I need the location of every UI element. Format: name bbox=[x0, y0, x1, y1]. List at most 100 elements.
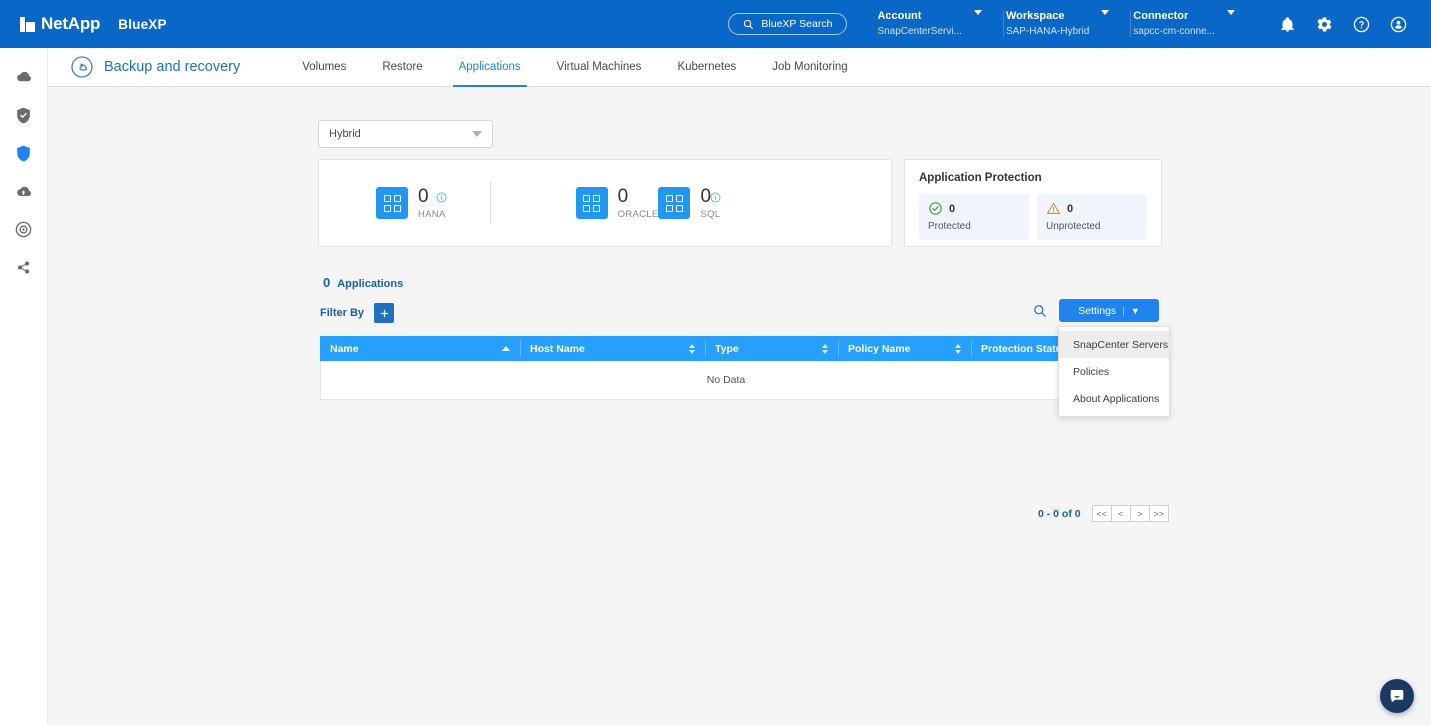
menu-item-policies[interactable]: Policies bbox=[1059, 358, 1169, 385]
backup-recovery-icon bbox=[70, 55, 94, 79]
extensions-icon bbox=[14, 258, 33, 277]
help-icon[interactable] bbox=[1353, 16, 1370, 33]
main-content: Hybrid 0 HANA bbox=[48, 87, 1431, 725]
table-toolbar: Settings | ▼ bbox=[1033, 299, 1159, 322]
global-header: NetApp BlueXP BlueXP Search Account Snap… bbox=[0, 0, 1431, 48]
settings-dropdown-menu: SnapCenter Servers Policies About Applic… bbox=[1058, 326, 1170, 417]
column-header-type[interactable]: Type bbox=[705, 336, 838, 361]
stat-oracle: 0 ORACLE bbox=[576, 187, 659, 220]
header-right-group: BlueXP Search Account SnapCenterServi...… bbox=[728, 0, 1431, 48]
stat-hana-label: HANA bbox=[418, 209, 446, 220]
sidebar-item-governance[interactable] bbox=[0, 210, 48, 248]
column-header-host-name[interactable]: Host Name bbox=[520, 336, 705, 361]
bell-icon[interactable] bbox=[1279, 16, 1296, 33]
stat-oracle-label: ORACLE bbox=[618, 209, 659, 220]
connector-label: Connector bbox=[1133, 9, 1215, 23]
stat-oracle-count: 0 bbox=[618, 187, 659, 207]
tab-kubernetes[interactable]: Kubernetes bbox=[659, 48, 754, 87]
menu-item-about-applications[interactable]: About Applications bbox=[1059, 385, 1169, 412]
tab-restore[interactable]: Restore bbox=[364, 48, 440, 87]
netapp-logo[interactable]: NetApp bbox=[20, 14, 100, 34]
pagination-range: 0 - 0 of 0 bbox=[1038, 508, 1081, 520]
sidebar-item-extensions[interactable] bbox=[0, 248, 48, 286]
pagination-last-button[interactable]: >> bbox=[1149, 505, 1169, 522]
app-grid-icon bbox=[658, 187, 690, 219]
application-counts-card: 0 HANA 0 ORACLE bbox=[318, 159, 892, 247]
account-label: Account bbox=[877, 9, 962, 23]
stat-sql-label: SQL bbox=[700, 209, 720, 220]
chevron-down-icon bbox=[974, 10, 982, 15]
settings-button[interactable]: Settings | ▼ bbox=[1059, 299, 1159, 322]
workspace-selector[interactable]: Workspace SAP-HANA-Hybrid bbox=[1006, 9, 1111, 39]
service-identity: Backup and recovery bbox=[70, 55, 240, 79]
account-selector[interactable]: Account SnapCenterServi... bbox=[877, 9, 984, 39]
applications-count-label: Applications bbox=[337, 278, 403, 290]
empty-state-message: No Data bbox=[707, 374, 746, 386]
pagination-prev-button[interactable]: < bbox=[1111, 505, 1131, 522]
account-value: SnapCenterServi... bbox=[877, 25, 962, 39]
sidebar-item-health[interactable] bbox=[0, 96, 48, 134]
sidebar-item-mobility[interactable] bbox=[0, 172, 48, 210]
filter-bar: Filter By bbox=[320, 303, 394, 323]
application-protection-title: Application Protection bbox=[919, 172, 1147, 184]
summary-cards-row: 0 HANA 0 ORACLE bbox=[318, 159, 1162, 247]
sidebar-item-protection[interactable] bbox=[0, 134, 48, 172]
tab-applications[interactable]: Applications bbox=[441, 48, 539, 87]
bluexp-search-button[interactable]: BlueXP Search bbox=[728, 13, 847, 35]
pagination-buttons: << < > >> bbox=[1093, 505, 1169, 522]
bluexp-search-label: BlueXP Search bbox=[761, 18, 832, 30]
protection-boxes: 0 Protected 0 Unprotected bbox=[919, 194, 1147, 240]
menu-item-snapcenter-servers[interactable]: SnapCenter Servers bbox=[1059, 331, 1169, 358]
sidebar-item-canvas[interactable] bbox=[0, 58, 48, 96]
tab-virtual-machines[interactable]: Virtual Machines bbox=[539, 48, 660, 87]
netapp-mark-icon bbox=[20, 17, 35, 32]
applications-count-value: 0 bbox=[323, 275, 330, 290]
application-window: NetApp BlueXP BlueXP Search Account Snap… bbox=[0, 0, 1431, 725]
connector-selector[interactable]: Connector sapcc-cm-conne... bbox=[1133, 9, 1237, 39]
chevron-down-icon bbox=[1101, 10, 1109, 15]
warning-triangle-icon bbox=[1046, 201, 1061, 216]
chat-support-button[interactable] bbox=[1380, 679, 1414, 713]
tab-job-monitoring[interactable]: Job Monitoring bbox=[754, 48, 865, 87]
column-header-protection-status-label: Protection Status bbox=[981, 343, 1068, 355]
health-shield-icon bbox=[14, 106, 33, 125]
workspace-label: Workspace bbox=[1006, 9, 1089, 23]
unprotected-box[interactable]: 0 Unprotected bbox=[1037, 194, 1147, 240]
search-icon bbox=[743, 19, 754, 30]
brand-area: NetApp BlueXP bbox=[20, 14, 167, 34]
bluexp-wordmark: BlueXP bbox=[118, 17, 166, 32]
pagination: 0 - 0 of 0 << < > >> bbox=[1038, 505, 1169, 522]
chevron-down-icon: ▼ bbox=[1131, 306, 1140, 316]
stat-divider bbox=[490, 182, 491, 224]
column-header-name[interactable]: Name bbox=[320, 336, 520, 361]
gear-icon[interactable] bbox=[1316, 16, 1333, 33]
column-header-type-label: Type bbox=[715, 343, 739, 355]
app-grid-icon bbox=[376, 187, 408, 219]
tab-volumes[interactable]: Volumes bbox=[284, 48, 364, 87]
info-icon[interactable] bbox=[710, 190, 721, 208]
protected-box[interactable]: 0 Protected bbox=[919, 194, 1029, 240]
unprotected-label: Unprotected bbox=[1046, 221, 1138, 232]
pagination-first-button[interactable]: << bbox=[1092, 505, 1112, 522]
mobility-icon bbox=[14, 182, 33, 201]
protected-label: Protected bbox=[928, 221, 1020, 232]
table-search-button[interactable] bbox=[1033, 304, 1047, 318]
column-header-policy-name[interactable]: Policy Name bbox=[838, 336, 971, 361]
pagination-next-button[interactable]: > bbox=[1130, 505, 1150, 522]
stat-hana: 0 HANA bbox=[376, 187, 446, 220]
sort-ascending-icon bbox=[502, 346, 510, 351]
workspace-value: SAP-HANA-Hybrid bbox=[1006, 25, 1089, 39]
filter-by-label: Filter By bbox=[320, 307, 364, 319]
application-protection-card: Application Protection 0 Protected 0 bbox=[904, 159, 1162, 247]
chat-bubble-icon bbox=[1388, 687, 1406, 705]
search-icon bbox=[1033, 304, 1047, 318]
user-account-icon[interactable] bbox=[1390, 16, 1407, 33]
applications-count-heading: 0 Applications bbox=[323, 275, 403, 290]
settings-button-label: Settings bbox=[1078, 305, 1116, 317]
unprotected-count: 0 bbox=[1067, 203, 1073, 215]
deployment-mode-select[interactable]: Hybrid bbox=[318, 120, 493, 148]
connector-value: sapcc-cm-conne... bbox=[1133, 25, 1215, 39]
info-icon[interactable] bbox=[436, 190, 447, 208]
deployment-mode-value: Hybrid bbox=[329, 128, 361, 140]
add-filter-button[interactable] bbox=[374, 303, 394, 323]
